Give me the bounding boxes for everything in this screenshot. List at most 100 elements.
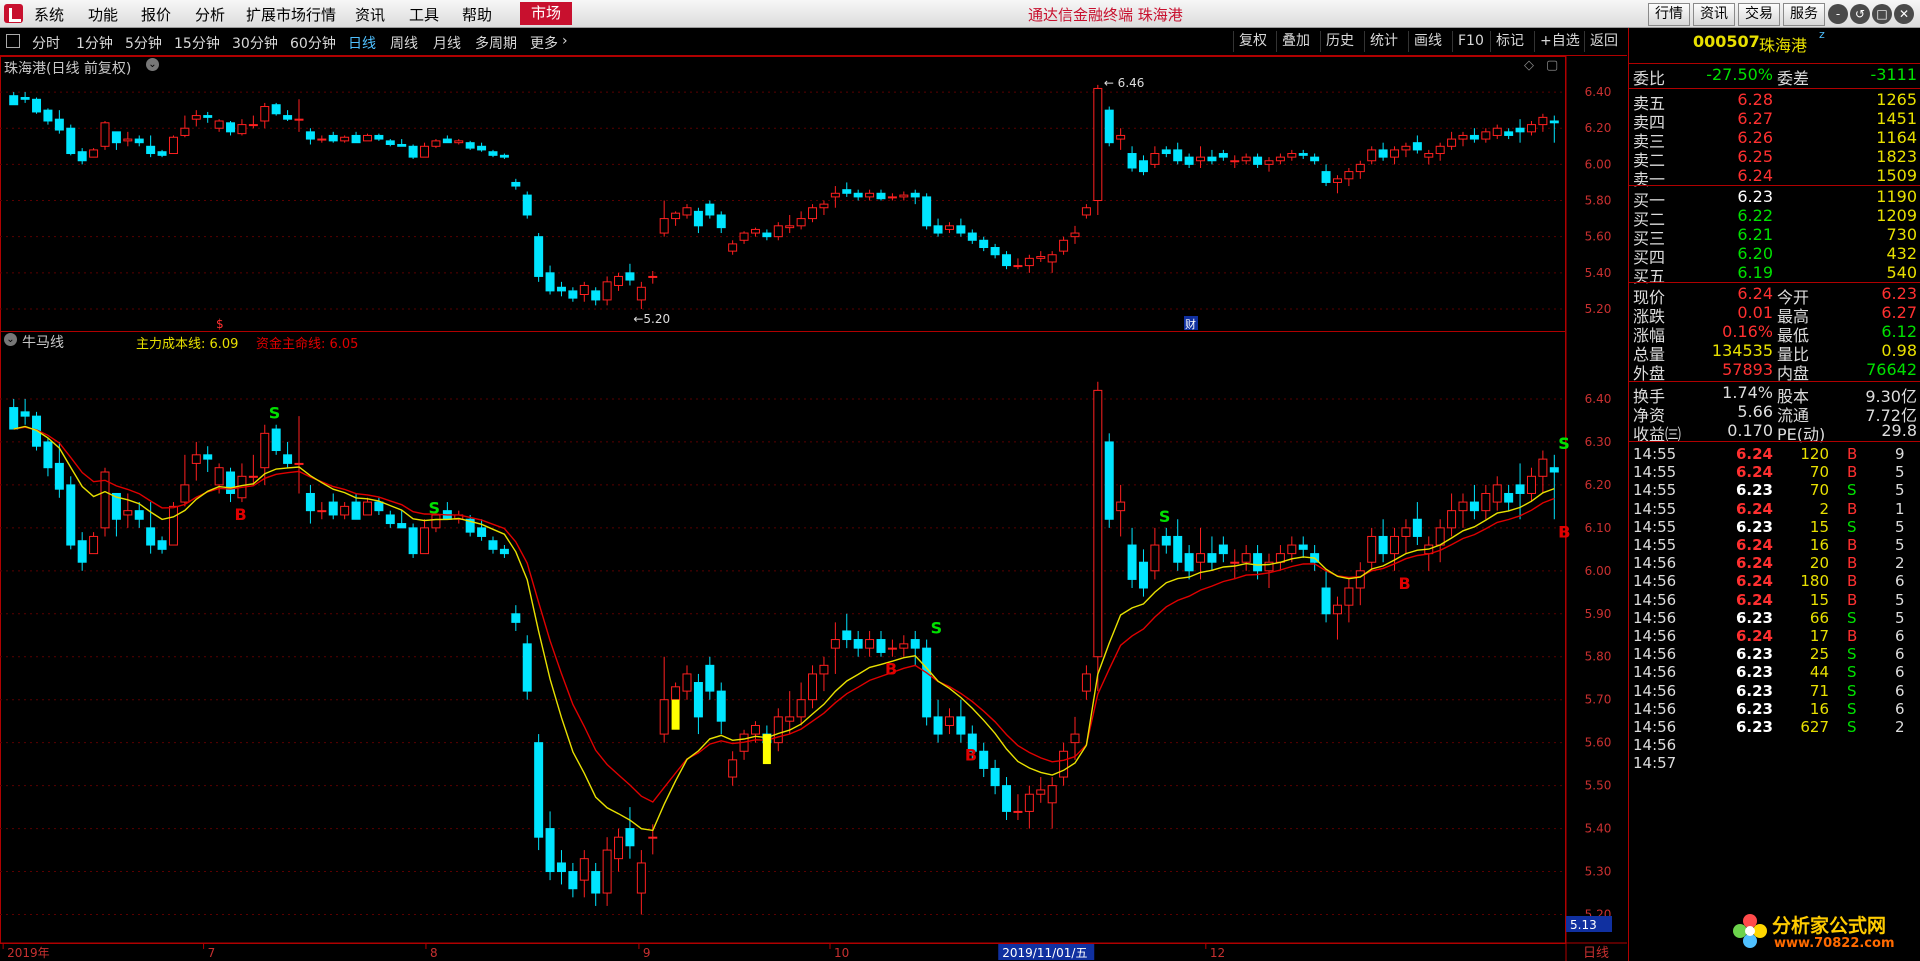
tool-add-watchlist[interactable]: +自选: [1534, 31, 1585, 52]
tick-row: 14:56 6.23 627 S 2: [1629, 718, 1920, 736]
tool-draw[interactable]: 画线: [1408, 31, 1447, 52]
period-tick[interactable]: 分时: [32, 33, 60, 53]
candle-body: [1469, 501, 1479, 512]
chevron-right-icon[interactable]: ›: [562, 33, 568, 49]
candle-body: [887, 196, 897, 199]
candle-body: [9, 95, 19, 106]
period-daily[interactable]: 日线: [348, 33, 376, 53]
restore-icon[interactable]: ↺: [1850, 4, 1870, 24]
menu-extended-market[interactable]: 扩展市场行情: [246, 4, 336, 25]
bid-volume: 540: [1886, 263, 1917, 282]
chart-area[interactable]: SB SBSBSBSBSB 6.406.206.005.805.605.405.2…: [0, 56, 1627, 961]
stat-value: 6.27: [1881, 303, 1917, 322]
candle-body: [191, 454, 201, 464]
tick-count: 9: [1895, 445, 1905, 463]
tick-direction: B: [1847, 499, 1858, 518]
panel-toggle-icon[interactable]: ▢: [1546, 58, 1558, 73]
indicator-menu-icon[interactable]: ⌄: [4, 333, 17, 346]
menu-news[interactable]: 资讯: [355, 4, 385, 25]
candle-body: [203, 454, 213, 460]
watermark-logo: 分析家公式网 www.70822.com: [1730, 905, 1920, 961]
close-icon[interactable]: ✕: [1894, 4, 1914, 24]
period-weekly[interactable]: 周线: [390, 33, 418, 53]
tool-history[interactable]: 历史: [1320, 31, 1359, 52]
menu-quote[interactable]: 报价: [141, 4, 171, 25]
menu-function[interactable]: 功能: [88, 4, 118, 25]
main-panel-frame: [0, 56, 1566, 332]
candle-body: [454, 140, 464, 144]
tick-volume: 627: [1800, 718, 1829, 736]
candle-body: [1196, 156, 1206, 162]
dollar-marker: $: [216, 317, 224, 331]
period-1min[interactable]: 1分钟: [76, 33, 113, 53]
candle-body: [420, 527, 430, 555]
candle-body: [1367, 149, 1377, 162]
candle-body: [488, 151, 498, 156]
candle-body: [1401, 145, 1411, 151]
tick-row: 14:57: [1629, 754, 1920, 772]
candle-body: [534, 236, 544, 277]
period-more[interactable]: 更多: [530, 33, 558, 53]
candle-body: [750, 724, 760, 735]
tool-fuquan[interactable]: 复权: [1233, 31, 1272, 52]
service-button[interactable]: 服务: [1783, 3, 1825, 26]
candle-body: [876, 192, 886, 200]
period-monthly[interactable]: 月线: [433, 33, 461, 53]
candle-body: [54, 462, 64, 490]
fund-value: 29.8: [1881, 421, 1917, 440]
ask-price: 6.24: [1737, 166, 1773, 185]
candle-body: [967, 232, 977, 241]
ask-price: 6.27: [1737, 109, 1773, 128]
period-5min[interactable]: 5分钟: [125, 33, 162, 53]
tool-mark[interactable]: 标记: [1490, 31, 1529, 52]
market-button[interactable]: 市场: [520, 2, 572, 25]
bid-price: 6.20: [1737, 244, 1773, 263]
menu-analysis[interactable]: 分析: [195, 4, 225, 25]
candle-body: [671, 212, 681, 220]
menu-system[interactable]: 系统: [34, 4, 64, 25]
sidebar-toggle-icon[interactable]: [6, 34, 20, 48]
candle-body: [625, 828, 635, 847]
tick-volume: 70: [1809, 463, 1829, 482]
quote-button[interactable]: 行情: [1648, 3, 1690, 26]
candle-body: [351, 134, 361, 144]
tick-direction: B: [1847, 590, 1858, 609]
candle-body: [1241, 553, 1251, 563]
menu-help[interactable]: 帮助: [462, 4, 492, 25]
trade-button[interactable]: 交易: [1738, 3, 1780, 26]
minimize-icon[interactable]: -: [1828, 4, 1848, 24]
tool-f10[interactable]: F10: [1452, 31, 1489, 52]
candle-body: [1253, 156, 1263, 165]
tick-count: 5: [1895, 590, 1905, 609]
diamond-icon[interactable]: ◇: [1524, 58, 1534, 73]
indicator-lines: [13, 425, 1555, 832]
news-button[interactable]: 资讯: [1693, 3, 1735, 26]
candle-body: [134, 138, 144, 144]
tick-price: 6.23: [1735, 663, 1773, 682]
indicator-line1-label: 主力成本线: 6.09: [136, 337, 239, 352]
candle-body: [1538, 458, 1548, 477]
menu-tools[interactable]: 工具: [409, 4, 439, 25]
tool-back[interactable]: 返回: [1584, 31, 1623, 52]
candle-body: [1218, 153, 1228, 158]
period-15min[interactable]: 15分钟: [174, 33, 220, 53]
period-60min[interactable]: 60分钟: [290, 33, 336, 53]
tool-stats[interactable]: 统计: [1364, 31, 1403, 52]
candle-body: [1378, 535, 1388, 555]
candle-body: [54, 118, 64, 131]
candle-body: [785, 225, 795, 229]
maximize-icon[interactable]: □: [1872, 4, 1892, 24]
bid-volume: 1209: [1876, 206, 1917, 225]
chevron-down-icon[interactable]: ⌄: [146, 58, 159, 71]
candle-body: [20, 96, 30, 100]
tool-overlay[interactable]: 叠加: [1276, 31, 1315, 52]
highlight-bar: [671, 699, 680, 730]
candle-body: [522, 194, 532, 216]
candle-body: [568, 290, 578, 299]
candle-body: [1332, 178, 1342, 183]
period-30min[interactable]: 30分钟: [232, 33, 278, 53]
candle-body: [659, 699, 669, 735]
period-multi[interactable]: 多周期: [475, 33, 517, 53]
candle-body: [1310, 156, 1320, 162]
tick-volume: 25: [1809, 645, 1829, 664]
